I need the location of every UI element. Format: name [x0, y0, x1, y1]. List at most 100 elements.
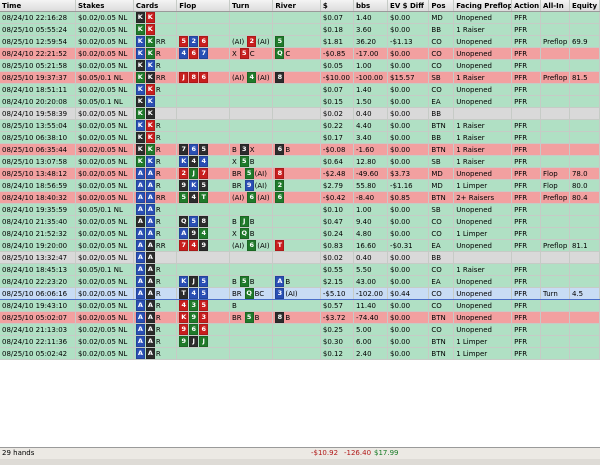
table-row[interactable]: 08/25/10 13:32:47 $0.02/0.05 NL A A $0.02 0.4… [0, 251, 600, 264]
river-cell [272, 59, 321, 72]
column-header[interactable]: Equity % [569, 0, 600, 12]
stakes-cell: $0.02/0.05 NL [75, 131, 134, 144]
action-cell: PFR [511, 71, 541, 84]
time-cell: 08/25/10 06:38:10 [0, 131, 76, 144]
column-header[interactable]: Cards [133, 0, 178, 12]
facing-preflop-cell: Unopened [453, 167, 513, 180]
bbs-cell: 16.60 [353, 239, 389, 252]
all-in-cell [540, 311, 570, 324]
table-row[interactable]: 08/24/10 22:21:52 $0.02/0.05 NL K K R 4 6 7 X 5 C Q… [0, 47, 600, 60]
playing-card: 9 [189, 228, 199, 239]
all-in-cell [540, 155, 570, 168]
table-row[interactable]: 08/24/10 21:35:40 $0.02/0.05 NL A A R Q 5 8 B J B $… [0, 215, 600, 228]
column-header[interactable]: Flop [176, 0, 230, 12]
dollars-cell: $2.15 [320, 275, 354, 288]
table-row[interactable]: 08/25/10 05:02:42 $0.02/0.05 NL A A R $0.12 2.… [0, 347, 600, 360]
bbs-cell: -49.60 [353, 167, 389, 180]
playing-card: K [179, 156, 189, 167]
table-row[interactable]: 08/24/10 22:11:36 $0.02/0.05 NL A A R 9 J J $0.3… [0, 335, 600, 348]
table-row[interactable]: 08/25/10 13:55:04 $0.02/0.05 NL K K R $0.22 4.… [0, 119, 600, 132]
playing-card: A [145, 312, 155, 323]
hole-cards-cell: A A RR [133, 239, 178, 252]
table-row[interactable]: 08/24/10 18:51:11 $0.02/0.05 NL K K R $0.07 1.… [0, 83, 600, 96]
table-row[interactable]: 08/24/10 19:35:59 $0.05/0.1 NL A A R $0.10 1.0… [0, 203, 600, 216]
river-cell [272, 95, 321, 108]
column-header[interactable]: EV $ Diff [387, 0, 430, 12]
table-row[interactable]: 08/25/10 05:02:07 $0.02/0.05 NL A A R K 9 3 BR 5 B… [0, 311, 600, 324]
table-row[interactable]: 08/24/10 19:43:10 $0.02/0.05 NL A A R 4 3 5 B $0.… [0, 299, 600, 312]
flop-cell [176, 131, 230, 144]
table-row[interactable]: 08/24/10 21:13:03 $0.02/0.05 NL A A R 9 6 6 $0.2… [0, 323, 600, 336]
action-cell: PFR [511, 263, 541, 276]
facing-preflop-cell: 1 Raiser [453, 143, 513, 156]
column-header[interactable]: Turn [229, 0, 274, 12]
table-row[interactable]: 08/25/10 12:59:54 $0.02/0.05 NL K K RR 5 2 6 (AI… [0, 35, 600, 48]
flop-cell: 9K5 [176, 179, 230, 192]
table-row[interactable]: 08/25/10 05:55:24 $0.02/0.05 NL K K $0.18 3.6… [0, 23, 600, 36]
column-header[interactable]: bbs [353, 0, 389, 12]
column-header[interactable]: Stakes [75, 0, 134, 12]
position-cell: BB [428, 23, 455, 36]
column-header[interactable]: $ [320, 0, 354, 12]
all-in-cell [540, 143, 570, 156]
playing-card: J [189, 168, 199, 179]
table-row[interactable]: 08/25/10 13:07:58 $0.02/0.05 NL K K R K 4 4 X 5 B $… [0, 155, 600, 168]
flop-cell [176, 347, 230, 360]
bbs-cell: 1.00 [353, 59, 389, 72]
stakes-cell: $0.02/0.05 NL [75, 239, 134, 252]
table-row[interactable]: 08/25/10 06:38:10 $0.02/0.05 NL K K R $0.17 3.… [0, 131, 600, 144]
dollars-cell: $0.05 [320, 59, 354, 72]
column-header[interactable]: Facing Preflop [453, 0, 513, 12]
table-row[interactable]: 08/24/10 18:40:32 $0.02/0.05 NL A A RR 5 4 T (AI… [0, 191, 600, 204]
table-row[interactable]: 08/24/10 19:20:00 $0.02/0.05 NL A A RR 7 4 9 (AI… [0, 239, 600, 252]
table-row[interactable]: 08/24/10 22:16:28 $0.02/0.05 NL K K $0.07 1.4… [0, 11, 600, 24]
flop-action-label: X [231, 49, 237, 58]
playing-card: K [135, 156, 145, 167]
playing-card: 5 [244, 168, 254, 179]
table-row[interactable]: 08/24/10 19:58:39 $0.02/0.05 NL K K $0.02 0.4… [0, 107, 600, 120]
time-cell: 08/25/10 13:55:04 [0, 119, 76, 132]
dollars-cell: -$0.08 [320, 143, 354, 156]
all-in-cell [540, 95, 570, 108]
column-header[interactable]: Action [511, 0, 541, 12]
river-action-label: B [285, 313, 291, 322]
dollars-cell: $0.30 [320, 335, 354, 348]
time-cell: 08/24/10 19:43:10 [0, 299, 76, 312]
column-header[interactable]: River [272, 0, 321, 12]
table-row[interactable]: 08/24/10 21:52:32 $0.02/0.05 NL A A R A 9 4 X Q B $… [0, 227, 600, 240]
river-cell [272, 227, 321, 240]
playing-card: A [145, 240, 155, 251]
playing-card: 6 [247, 192, 257, 203]
action-cell: PFR [511, 59, 541, 72]
table-row[interactable]: 08/24/10 22:23:20 $0.02/0.05 NL A A R K J 5 B 5 B A… [0, 275, 600, 288]
table-row[interactable]: 08/24/10 18:45:13 $0.05/0.1 NL A A R $0.55 5.5… [0, 263, 600, 276]
all-in-cell: Flop [540, 179, 570, 192]
all-in-cell [540, 347, 570, 360]
playing-card: K [145, 156, 155, 167]
table-row[interactable]: 08/24/10 18:56:59 $0.02/0.05 NL A A R 9 K 5 BR 9(… [0, 179, 600, 192]
table-row[interactable]: 08/25/10 06:06:16 $0.02/0.05 NL A A R T 4 5 BR Q B… [0, 287, 600, 300]
flop-cell [176, 95, 230, 108]
ev-diff-cell: $0.00 [387, 119, 430, 132]
facing-preflop-cell [453, 107, 513, 120]
preflop-action-label: R [155, 49, 161, 58]
column-header[interactable]: Time [0, 0, 76, 12]
table-row[interactable]: 08/25/10 06:35:44 $0.02/0.05 NL K K R 7 6 5 B 3 X 6… [0, 143, 600, 156]
table-row[interactable]: 08/24/10 20:20:08 $0.05/0.1 NL K K $0.15 1.50… [0, 95, 600, 108]
river-cell [272, 323, 321, 336]
column-header[interactable]: All-In [540, 0, 570, 12]
facing-preflop-cell: 1 Raiser [453, 263, 513, 276]
turn-cell [229, 335, 274, 348]
preflop-action-label: R [155, 157, 161, 166]
river-cell: 8 [272, 71, 321, 84]
table-row[interactable]: 08/25/10 19:37:37 $0.05/0.1 NL K K RR J 8 6 (AI)… [0, 71, 600, 84]
table-row[interactable]: 08/25/10 05:21:58 $0.02/0.05 NL K K R $0.05 1.… [0, 59, 600, 72]
ev-diff-cell: $0.00 [387, 335, 430, 348]
turn-cell: (AI) 6 (AI) [229, 239, 274, 252]
playing-card: K [179, 276, 189, 287]
preflop-action-label: R [155, 181, 161, 190]
column-header[interactable]: Pos [428, 0, 455, 12]
turn-cell: BJB [229, 215, 274, 228]
table-row[interactable]: 08/25/10 13:48:12 $0.02/0.05 NL A A R 2 J 7 BR 5(… [0, 167, 600, 180]
equity-cell [569, 323, 600, 336]
